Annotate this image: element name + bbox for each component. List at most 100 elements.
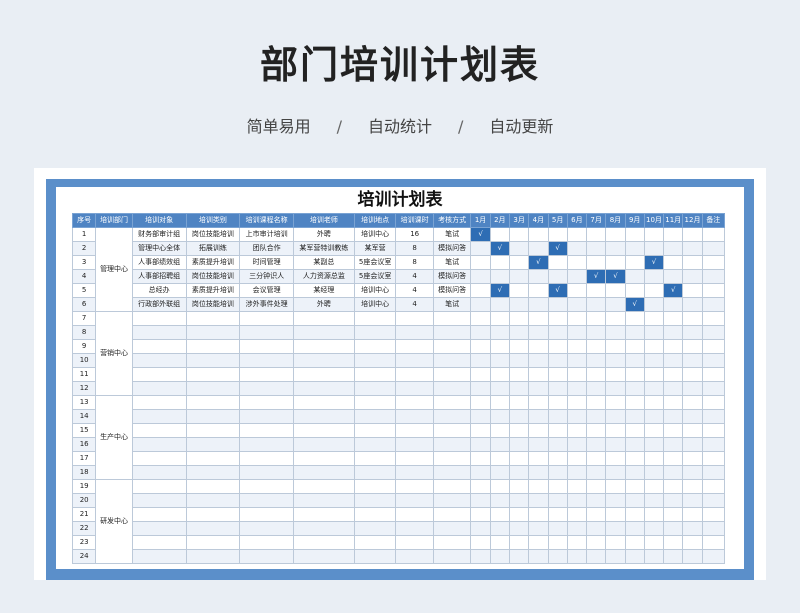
cell-hours[interactable] [395, 521, 434, 536]
cell-month-6[interactable] [566, 409, 588, 424]
cell-exam[interactable] [432, 479, 472, 494]
cell-teacher[interactable] [293, 339, 355, 354]
cell-target[interactable]: 人事部招聘组 [131, 269, 187, 284]
cell-month-7[interactable] [586, 367, 607, 382]
cell-month-6[interactable] [566, 395, 588, 410]
cell-month-10[interactable] [643, 241, 665, 256]
cell-no[interactable]: 19 [71, 479, 97, 494]
cell-month-4[interactable] [528, 227, 549, 242]
cell-month-4[interactable] [528, 297, 549, 312]
cell-exam[interactable]: 模拟问答 [432, 241, 472, 256]
cell-location[interactable] [353, 367, 397, 382]
cell-hours[interactable] [395, 325, 434, 340]
cell-month-2[interactable] [489, 227, 510, 242]
cell-remark[interactable] [701, 227, 726, 242]
cell-target[interactable] [131, 325, 187, 340]
cell-month-8[interactable] [605, 423, 626, 438]
cell-teacher[interactable] [293, 493, 355, 508]
cell-month-6[interactable] [566, 535, 588, 550]
cell-month-11[interactable] [663, 311, 684, 326]
cell-month-3[interactable] [508, 297, 530, 312]
cell-month-8[interactable] [605, 395, 626, 410]
cell-month-2[interactable] [489, 437, 510, 452]
cell-month-6[interactable] [566, 339, 588, 354]
cell-month-4[interactable] [528, 409, 549, 424]
cell-month-12[interactable] [682, 493, 703, 508]
cell-month-1[interactable] [470, 367, 491, 382]
cell-teacher[interactable] [293, 465, 355, 480]
cell-month-7[interactable] [586, 283, 607, 298]
cell-hours[interactable] [395, 479, 434, 494]
cell-hours[interactable] [395, 395, 434, 410]
cell-month-9[interactable] [624, 283, 645, 298]
cell-month-8[interactable] [605, 409, 626, 424]
cell-no[interactable]: 11 [71, 367, 97, 382]
cell-course[interactable] [239, 549, 295, 564]
cell-month-9[interactable] [624, 535, 645, 550]
cell-remark[interactable] [701, 437, 726, 452]
cell-month-10[interactable] [643, 493, 665, 508]
cell-course[interactable] [239, 395, 295, 410]
cell-month-5[interactable] [547, 507, 568, 522]
cell-category[interactable] [185, 437, 241, 452]
cell-month-10[interactable] [643, 325, 665, 340]
cell-category[interactable] [185, 353, 241, 368]
cell-month-1[interactable] [470, 493, 491, 508]
cell-category[interactable] [185, 535, 241, 550]
cell-category[interactable]: 素质提升培训 [185, 255, 241, 270]
cell-month-5[interactable] [547, 451, 568, 466]
cell-month-10[interactable] [643, 409, 665, 424]
cell-month-11[interactable] [663, 549, 684, 564]
cell-target[interactable] [131, 549, 187, 564]
cell-month-3[interactable] [508, 227, 530, 242]
cell-exam[interactable]: 模拟问答 [432, 269, 472, 284]
cell-month-9[interactable] [624, 423, 645, 438]
cell-month-3[interactable] [508, 325, 530, 340]
cell-month-12[interactable] [682, 465, 703, 480]
cell-month-8[interactable] [605, 465, 626, 480]
cell-location[interactable] [353, 353, 397, 368]
cell-month-7[interactable] [586, 255, 607, 270]
cell-month-9[interactable] [624, 395, 645, 410]
cell-teacher[interactable] [293, 381, 355, 396]
cell-no[interactable]: 9 [71, 339, 97, 354]
cell-month-2[interactable] [489, 311, 510, 326]
cell-month-9[interactable] [624, 493, 645, 508]
cell-month-5[interactable] [547, 353, 568, 368]
cell-month-5[interactable] [547, 339, 568, 354]
cell-month-6[interactable] [566, 353, 588, 368]
cell-month-8[interactable] [605, 367, 626, 382]
cell-month-8[interactable] [605, 479, 626, 494]
cell-month-9[interactable] [624, 507, 645, 522]
cell-teacher[interactable] [293, 535, 355, 550]
cell-category[interactable]: 岗位技能培训 [185, 269, 241, 284]
cell-month-10[interactable] [643, 549, 665, 564]
cell-month-6[interactable] [566, 521, 588, 536]
cell-target[interactable] [131, 479, 187, 494]
cell-exam[interactable] [432, 549, 472, 564]
cell-month-10[interactable] [643, 535, 665, 550]
cell-exam[interactable] [432, 423, 472, 438]
cell-month-11[interactable] [663, 395, 684, 410]
check-mark-icon[interactable]: √ [470, 227, 491, 242]
cell-remark[interactable] [701, 297, 726, 312]
cell-remark[interactable] [701, 381, 726, 396]
cell-month-2[interactable] [489, 255, 510, 270]
cell-month-5[interactable] [547, 381, 568, 396]
cell-exam[interactable] [432, 409, 472, 424]
cell-no[interactable]: 1 [71, 227, 97, 242]
cell-location[interactable] [353, 339, 397, 354]
cell-month-10[interactable] [643, 381, 665, 396]
cell-month-4[interactable] [528, 507, 549, 522]
cell-month-5[interactable] [547, 255, 568, 270]
cell-month-2[interactable] [489, 507, 510, 522]
cell-location[interactable]: 5座会议室 [353, 269, 397, 284]
cell-course[interactable] [239, 493, 295, 508]
cell-course[interactable]: 会议管理 [239, 283, 295, 298]
cell-teacher[interactable]: 人力资源总监 [293, 269, 355, 284]
cell-no[interactable]: 13 [71, 395, 97, 410]
cell-teacher[interactable] [293, 521, 355, 536]
cell-no[interactable]: 8 [71, 325, 97, 340]
cell-month-11[interactable] [663, 465, 684, 480]
cell-hours[interactable] [395, 549, 434, 564]
